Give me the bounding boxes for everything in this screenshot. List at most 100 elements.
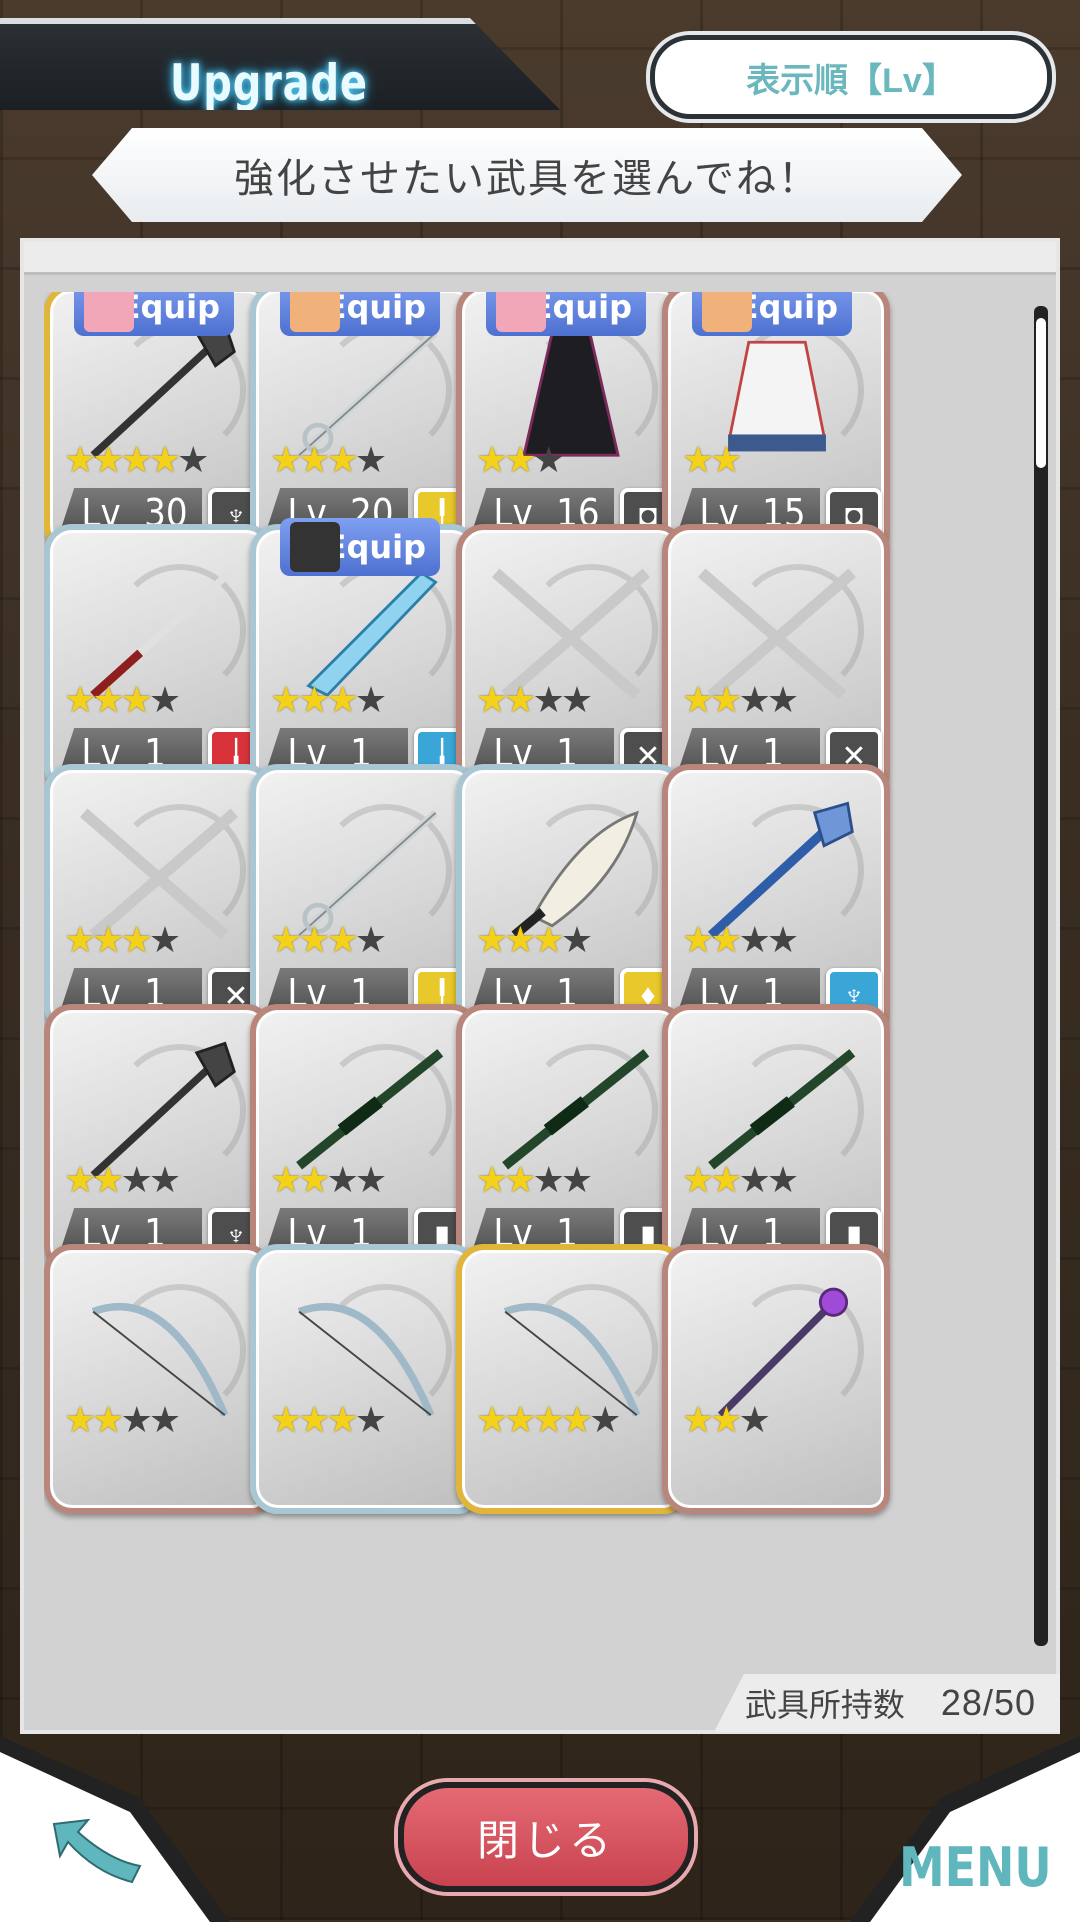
equipment-card[interactable]: ★★★★ Lv 1 ✕ [456, 524, 684, 794]
star-icon: ★ [64, 1399, 96, 1440]
star-icon: ★ [298, 439, 330, 480]
scroll-thumb[interactable] [1036, 318, 1046, 468]
star-icon: ★ [682, 679, 714, 720]
star-icon: ★ [476, 1159, 508, 1200]
rarity-stars: ★★★★ [270, 1399, 387, 1440]
equipment-card[interactable]: ★★ Lv 15 ◘ Equip [662, 292, 890, 554]
equip-badge: Equip [280, 518, 440, 576]
star-icon: ★ [326, 919, 359, 960]
equipment-grid[interactable]: ★★★★★ Lv 30 ♆ Equip ★★★★ Lv 20 ╿ Equip ★★★ Lv 16 ◘ Equ… [44, 292, 1054, 1664]
star-icon: ★ [710, 439, 742, 480]
equipment-card[interactable]: ★★★★ Lv 1 ▮ [250, 1004, 478, 1274]
equipment-card[interactable]: ★★★★★ [456, 1244, 684, 1514]
rarity-stars: ★★★ [682, 1399, 771, 1440]
star-icon: ★ [560, 1399, 593, 1440]
character-avatar [84, 292, 134, 332]
star-icon: ★ [177, 439, 209, 480]
star-icon: ★ [476, 1399, 508, 1440]
rarity-stars: ★★★★ [476, 919, 593, 960]
star-icon: ★ [766, 679, 799, 720]
star-icon: ★ [710, 679, 742, 720]
star-icon: ★ [504, 439, 536, 480]
equipment-card[interactable]: ★★★★ Lv 1 ▮ [662, 1004, 890, 1274]
star-icon: ★ [326, 439, 359, 480]
rarity-stars: ★★★★ [270, 679, 387, 720]
star-icon: ★ [504, 679, 536, 720]
star-icon: ★ [560, 679, 593, 720]
star-icon: ★ [270, 439, 302, 480]
rarity-stars: ★★★★ [682, 919, 799, 960]
star-icon: ★ [532, 1399, 565, 1440]
character-avatar [290, 292, 340, 332]
equipment-card[interactable]: ★★★★ Lv 1 ♦ [456, 764, 684, 1034]
star-icon: ★ [64, 1159, 96, 1200]
equipment-card[interactable]: ★★★★ Lv 1 ✕ [44, 764, 272, 1034]
star-icon: ★ [354, 439, 387, 480]
star-icon: ★ [532, 1159, 565, 1200]
star-icon: ★ [120, 1399, 153, 1440]
star-icon: ★ [532, 439, 565, 480]
menu-button[interactable]: MENU [899, 1836, 1052, 1899]
star-icon: ★ [92, 439, 124, 480]
star-icon: ★ [270, 1159, 302, 1200]
star-icon: ★ [148, 439, 181, 480]
rarity-stars: ★★★★ [270, 919, 387, 960]
star-icon: ★ [476, 919, 508, 960]
equipment-panel: ★★★★★ Lv 30 ♆ Equip ★★★★ Lv 20 ╿ Equip ★★★ Lv 16 ◘ Equ… [20, 238, 1060, 1734]
equipment-card[interactable]: ★★★ [662, 1244, 890, 1514]
star-icon: ★ [298, 679, 330, 720]
rarity-stars: ★★★★ [64, 919, 181, 960]
equipment-card[interactable]: ★★★ Lv 16 ◘ Equip [456, 292, 684, 554]
star-icon: ★ [532, 679, 565, 720]
star-icon: ★ [354, 919, 387, 960]
equip-badge: Equip [692, 292, 852, 336]
equipment-card[interactable]: ★★★★ Lv 20 ╿ Equip [250, 292, 478, 554]
star-icon: ★ [92, 1399, 124, 1440]
equipment-card[interactable]: ★★★★ Lv 1 ╿ [250, 764, 478, 1034]
star-icon: ★ [270, 679, 302, 720]
equipment-card[interactable]: ★★★★ Lv 1 ╽ [44, 524, 272, 794]
instruction-banner: 強化させたい武具を選んでね！ [92, 128, 962, 222]
sort-order-button[interactable]: 表示順【Lv】 [650, 35, 1052, 119]
close-button[interactable]: 閉じる [398, 1782, 694, 1892]
equipment-card[interactable]: ★★★★ Lv 1 ✕ [662, 524, 890, 794]
star-icon: ★ [270, 1399, 302, 1440]
equipment-card[interactable]: ★★★★ Lv 1 ♆ [662, 764, 890, 1034]
back-arrow-icon[interactable] [40, 1810, 150, 1900]
equipment-card[interactable]: ★★★★ Lv 1 ♆ [44, 1004, 272, 1274]
star-icon: ★ [354, 679, 387, 720]
star-icon: ★ [560, 919, 593, 960]
equipment-card[interactable]: ★★★★ Lv 1 ╽ Equip [250, 518, 478, 794]
star-icon: ★ [64, 919, 96, 960]
rarity-stars: ★★★★ [270, 1159, 387, 1200]
scrollbar[interactable] [1034, 306, 1048, 1646]
star-icon: ★ [92, 1159, 124, 1200]
rarity-stars: ★★★★ [682, 679, 799, 720]
equipment-card[interactable]: ★★★★ [250, 1244, 478, 1514]
star-icon: ★ [354, 1159, 387, 1200]
star-icon: ★ [710, 919, 742, 960]
rarity-stars: ★★★★ [64, 1159, 181, 1200]
star-icon: ★ [326, 1159, 359, 1200]
star-icon: ★ [120, 679, 153, 720]
star-icon: ★ [148, 1399, 181, 1440]
rarity-stars: ★★★ [476, 439, 565, 480]
rarity-stars: ★★★★ [64, 679, 181, 720]
star-icon: ★ [532, 919, 565, 960]
equipment-card[interactable]: ★★★★★ Lv 30 ♆ Equip [44, 292, 272, 554]
character-avatar [702, 292, 752, 332]
star-icon: ★ [120, 1159, 153, 1200]
star-icon: ★ [64, 439, 96, 480]
equipment-card[interactable]: ★★★★ Lv 1 ▮ [456, 1004, 684, 1274]
rarity-stars: ★★★★ [64, 1399, 181, 1440]
star-icon: ★ [298, 1159, 330, 1200]
equipment-card[interactable]: ★★★★ [44, 1244, 272, 1514]
star-icon: ★ [92, 919, 124, 960]
star-icon: ★ [738, 919, 771, 960]
character-avatar [496, 292, 546, 332]
rarity-stars: ★★★★ [682, 1162, 799, 1198]
star-icon: ★ [504, 919, 536, 960]
inventory-count-label: 武具所持数 [744, 1687, 905, 1723]
star-icon: ★ [682, 1399, 714, 1440]
star-icon: ★ [738, 1399, 771, 1440]
